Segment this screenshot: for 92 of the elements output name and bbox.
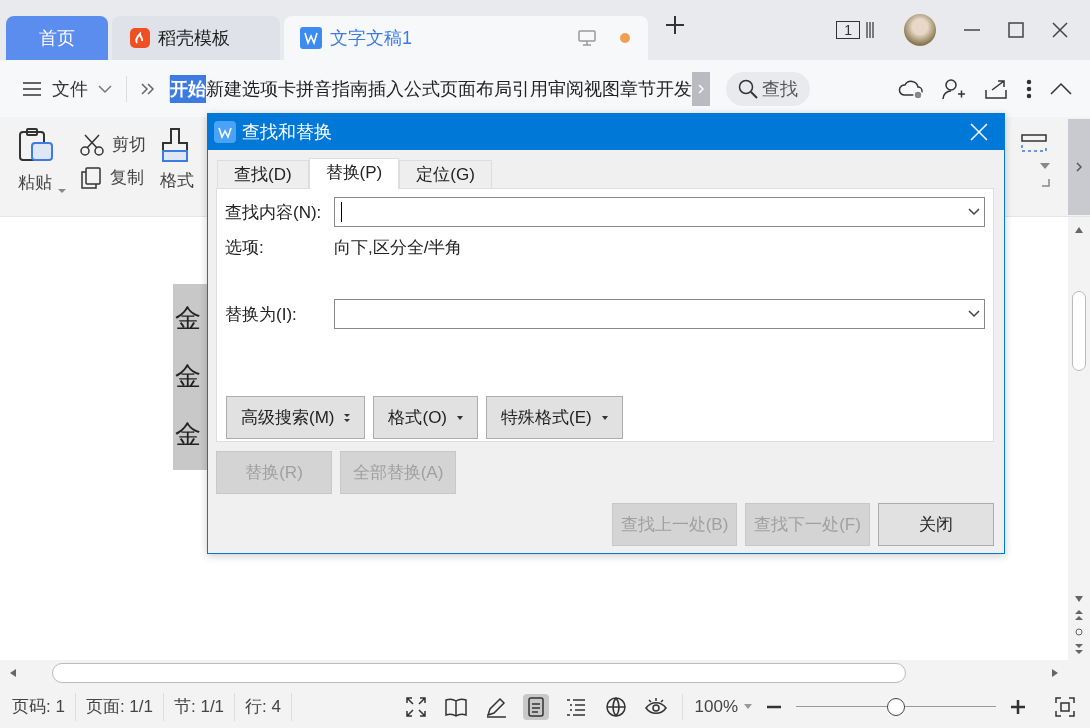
add-user-icon[interactable]	[942, 77, 966, 100]
combo-field[interactable]	[334, 197, 985, 227]
avatar[interactable]	[904, 14, 936, 46]
option-button[interactable]: 格式(O)	[373, 396, 479, 439]
chevron-right-icon	[698, 83, 704, 94]
chevron-right-icon	[1076, 162, 1082, 172]
document-text: 金	[174, 419, 202, 451]
monitor-icon	[578, 30, 596, 46]
vertical-scrollbar[interactable]	[1068, 217, 1090, 660]
ribbon-tab[interactable]: 视图	[584, 74, 620, 103]
brush-icon	[160, 127, 190, 163]
scroll-left-icon	[10, 668, 16, 677]
horizontal-scrollbar[interactable]	[0, 660, 1090, 685]
ribbon-tab[interactable]: 开发	[656, 74, 692, 103]
dialog-title: 查找和替换	[242, 121, 332, 144]
zoom-dropdown[interactable]: 100%	[694, 696, 738, 717]
dropdown-caret-icon	[1040, 163, 1050, 169]
caret-icon	[601, 415, 608, 420]
dialog-tab[interactable]: 定位(G)	[399, 160, 492, 188]
status-text: 节: 1/1	[174, 692, 236, 721]
copy-button[interactable]: 复制	[80, 166, 146, 189]
document-tab[interactable]: 文字文稿1	[284, 16, 648, 60]
lines-icon	[866, 21, 874, 39]
ruler-icon	[1020, 133, 1050, 153]
status-text: 行: 4	[245, 692, 292, 721]
scroll-down-icon	[1075, 596, 1083, 602]
scroll-right-icon	[1052, 668, 1058, 677]
status-text: 页码: 1	[12, 692, 76, 721]
close-icon[interactable]	[970, 123, 988, 141]
text-cursor	[341, 202, 342, 222]
zoom-in-icon[interactable]	[1010, 698, 1026, 715]
copy-icon	[80, 166, 102, 189]
close-icon[interactable]	[1050, 20, 1070, 40]
flame-icon	[130, 28, 150, 48]
dialog-tab[interactable]: 替换(P)	[308, 158, 400, 189]
next-page-icon	[1075, 644, 1083, 654]
options-value: 向下,区分全/半角	[334, 236, 463, 259]
combo-field[interactable]	[334, 299, 985, 329]
plus-icon[interactable]	[664, 14, 686, 36]
status-text: 页面: 1/1	[85, 692, 164, 721]
unsaved-dot	[620, 33, 630, 43]
expand-corner-icon	[1042, 179, 1050, 187]
scissors-icon	[80, 133, 104, 156]
page-icon[interactable]	[522, 693, 549, 720]
search-icon	[738, 78, 758, 99]
ribbon-tab[interactable]: 公式	[404, 74, 440, 103]
menu-icon	[22, 80, 42, 97]
double-chevron-icon[interactable]	[141, 82, 155, 95]
ribbon-tab[interactable]: 开始	[170, 74, 206, 103]
ribbon-tab[interactable]: 插入	[368, 74, 404, 103]
caret-icon	[457, 415, 464, 420]
field-label: 选项:	[225, 236, 265, 259]
chevron-down-icon	[968, 208, 980, 216]
chevron-down-icon	[98, 83, 112, 94]
scrollbar-thumb[interactable]	[1072, 291, 1086, 371]
ribbon-tab[interactable]: 章节	[620, 74, 656, 103]
chevron-down-icon	[968, 310, 980, 318]
dropdown-caret-icon	[744, 704, 752, 709]
double-caret-icon	[344, 413, 351, 422]
option-button[interactable]: 特殊格式(E)	[486, 396, 623, 439]
previous-page-icon	[1075, 610, 1083, 620]
ribbon-tab[interactable]: 页面布局	[440, 74, 512, 103]
scroll-up-icon	[1075, 227, 1083, 233]
scrollbar-thumb[interactable]	[52, 662, 906, 683]
field-label: 替换为(I):	[225, 303, 298, 326]
maximize-icon[interactable]	[1006, 20, 1026, 40]
cut-button[interactable]: 剪切	[80, 133, 146, 156]
file-menu[interactable]: 文件	[22, 76, 112, 101]
option-button[interactable]: 高级搜索(M)	[226, 396, 366, 439]
browse-object-icon	[1075, 628, 1083, 636]
ribbon-tab[interactable]: 引用	[512, 74, 548, 103]
dialog-tab[interactable]: 查找(D)	[217, 160, 309, 188]
document-text: 金	[174, 361, 202, 393]
document-icon	[300, 27, 322, 49]
slider-thumb[interactable]	[887, 697, 905, 716]
ribbon-tab[interactable]: 审阅	[548, 74, 584, 103]
share-icon[interactable]	[984, 77, 1008, 100]
window-count-badge[interactable]: 1	[836, 21, 860, 39]
ribbon-tab[interactable]: 新建选项卡	[206, 74, 296, 103]
clipboard-icon	[18, 127, 54, 163]
paste-button[interactable]: 粘贴	[18, 127, 80, 216]
format-painter-button[interactable]: 格式	[160, 127, 194, 216]
field-label: 查找内容(N):	[225, 201, 323, 224]
app-logo-icon	[214, 121, 236, 143]
collapse-icon[interactable]	[1050, 81, 1072, 96]
document-tab[interactable]: 稻壳模板	[112, 16, 280, 60]
document-text: 金	[174, 303, 202, 335]
fit-window-icon[interactable]	[1054, 695, 1076, 718]
search-button[interactable]: 查找	[726, 71, 810, 106]
close-button[interactable]: 关闭	[878, 503, 994, 546]
more-icon[interactable]	[1026, 78, 1032, 99]
ribbon-tab[interactable]: 拼音指南	[296, 74, 368, 103]
